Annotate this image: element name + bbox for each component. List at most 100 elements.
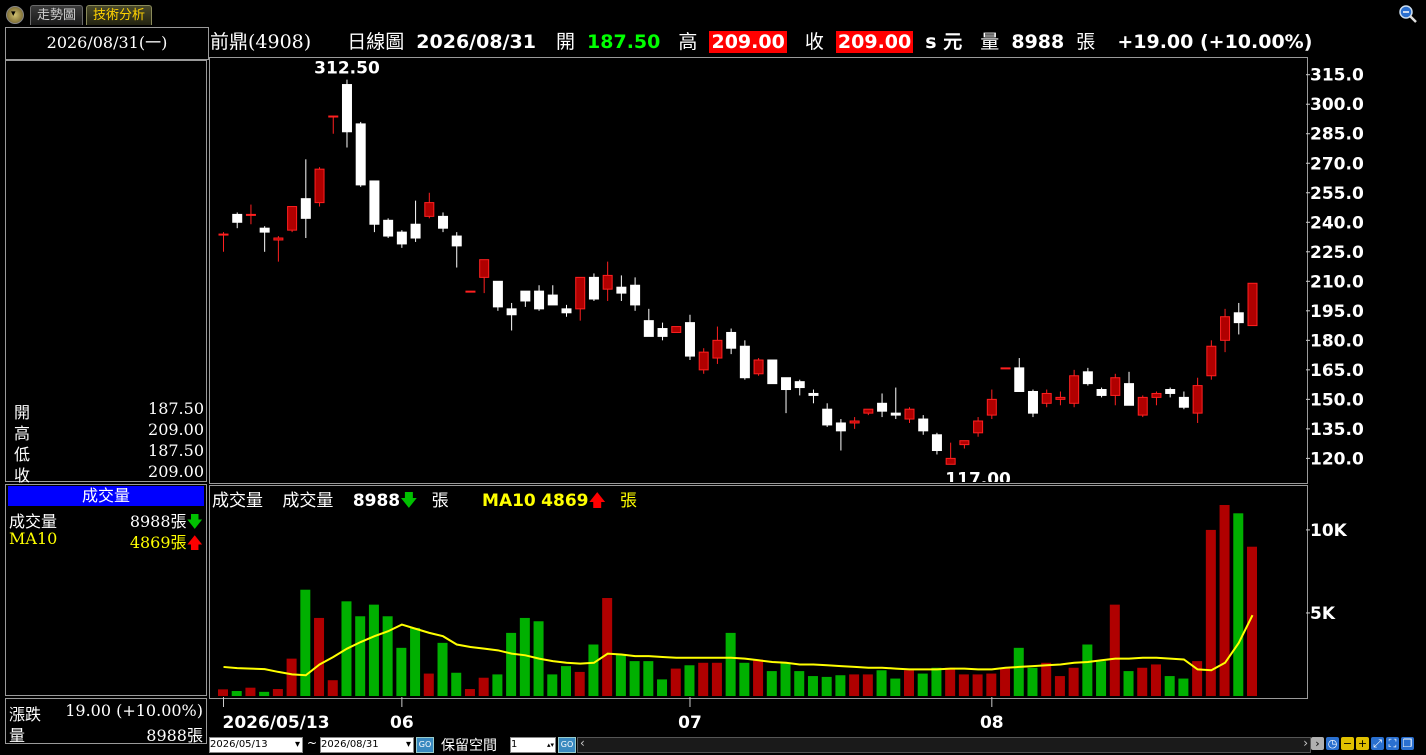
- candle-body: [561, 308, 572, 314]
- candle-body: [1069, 375, 1080, 404]
- volume-bar: [423, 673, 434, 696]
- candle-body: [588, 276, 599, 300]
- ma10-row: MA10 4869張🡅: [9, 529, 205, 552]
- volume-bar: [355, 616, 366, 696]
- stock-name: 前鼎(4908): [210, 31, 312, 53]
- candle-body: [1247, 282, 1258, 327]
- candle-body: [739, 345, 750, 379]
- candle-body: [890, 412, 901, 416]
- volume-bar: [382, 616, 393, 696]
- close-label: 收: [804, 31, 824, 53]
- tab-trend-label: 走勢圖: [37, 8, 77, 23]
- expand-icon[interactable]: ⤢: [1371, 737, 1384, 750]
- volume-bar: [547, 674, 558, 696]
- candle-body: [218, 233, 229, 236]
- plus-icon[interactable]: +: [1356, 737, 1369, 750]
- menu-dropdown-icon[interactable]: ▾: [6, 6, 24, 24]
- change-row: 漲跌 19.00 (+10.00%): [9, 701, 205, 724]
- change-panel: 漲跌 19.00 (+10.00%) 量 8988張: [5, 698, 207, 745]
- volume-bar: [904, 670, 914, 696]
- candle-body: [684, 322, 695, 357]
- candle-body: [341, 84, 352, 133]
- volume-bar: [464, 689, 475, 696]
- change-header: +19.00 (+10.00%): [1117, 31, 1313, 53]
- end-date-select[interactable]: 2026/08/31 ▾: [320, 737, 414, 753]
- volume-bar: [1150, 664, 1161, 696]
- candle-body: [396, 231, 407, 245]
- candle-body: [492, 280, 503, 308]
- horizontal-scrollbar[interactable]: ‹ ›: [577, 736, 1311, 753]
- volume-bar: [615, 654, 626, 696]
- candle-body: [822, 408, 833, 426]
- go-button-keep[interactable]: GO: [558, 737, 576, 753]
- go-button-date[interactable]: GO: [416, 737, 434, 753]
- minus-icon[interactable]: −: [1341, 737, 1354, 750]
- ohlc-low-value: 187.50: [148, 441, 204, 460]
- price-tick-label: 225.0: [1310, 243, 1364, 263]
- vol-value: 8988: [1011, 31, 1065, 53]
- candle-body: [849, 420, 860, 424]
- volume-bar: [1041, 662, 1052, 696]
- volume-bar: [698, 662, 709, 696]
- candle-body: [1220, 316, 1231, 341]
- volume-bar: [1013, 647, 1024, 696]
- scroll-right-icon[interactable]: ›: [1303, 736, 1308, 750]
- volume-bar: [1233, 513, 1244, 696]
- volume-bar: [1109, 604, 1120, 696]
- volume-bar: [657, 679, 668, 696]
- scroll-left-icon[interactable]: ‹: [580, 736, 585, 750]
- candle-body: [328, 115, 339, 118]
- scroll-end-icon[interactable]: ›: [1311, 737, 1324, 750]
- candle-body: [616, 286, 627, 294]
- clock-icon[interactable]: ◷: [1326, 737, 1339, 750]
- candle-body: [369, 180, 380, 225]
- candle-body: [479, 259, 490, 278]
- candle-body: [410, 223, 421, 239]
- keep-space-stepper[interactable]: 1 ▴▾: [510, 737, 556, 753]
- candle-body: [1014, 367, 1025, 392]
- volume-bar: [1082, 644, 1093, 696]
- fullscreen-icon[interactable]: ⛶: [1386, 737, 1399, 750]
- volume-bar: [794, 671, 805, 696]
- candle-body: [520, 290, 531, 302]
- volume-bar: [849, 674, 860, 696]
- start-date-value: 2026/05/13: [210, 739, 268, 750]
- volume-bar: [272, 689, 283, 696]
- high-value: 209.00: [709, 31, 787, 53]
- ohlc-panel: 開 187.50 高 209.00 低 187.50 收 209.00: [5, 60, 207, 485]
- volume-bar: [862, 674, 873, 696]
- chart-header: 前鼎(4908) 日線圖 2026/08/31 開 187.50 高 209.0…: [210, 27, 1350, 57]
- candle-body: [1000, 367, 1011, 370]
- volume-bar: [478, 677, 489, 696]
- volume-info-panel: 成交量 成交量 8988張🡇 MA10 4869張🡅: [5, 484, 207, 696]
- vol-unit: 張: [1076, 31, 1096, 53]
- start-date-select[interactable]: 2026/05/13 ▾: [209, 737, 303, 753]
- magnifier-icon[interactable]: [1398, 4, 1418, 24]
- candle-body: [232, 213, 243, 223]
- candle-body: [355, 123, 366, 186]
- header-date: 2026/08/31: [416, 31, 536, 53]
- price-tick-label: 285.0: [1310, 125, 1364, 145]
- restore-icon[interactable]: ❐: [1401, 737, 1414, 750]
- volume-bar: [958, 674, 969, 696]
- candle-body: [1082, 371, 1093, 385]
- price-extreme-label: 312.50: [314, 59, 380, 79]
- volume-bar: [1096, 661, 1107, 696]
- candle-body: [1151, 392, 1162, 398]
- volume-bar: [286, 658, 297, 696]
- candle-body: [712, 339, 723, 359]
- volume-bar: [561, 666, 571, 696]
- candle-body: [465, 290, 476, 293]
- volume-bar: [1068, 667, 1079, 696]
- tab-tech-analysis[interactable]: 技術分析: [86, 5, 153, 25]
- volume-bar: [684, 665, 695, 696]
- tab-trend[interactable]: 走勢圖: [30, 5, 84, 25]
- candle-body: [273, 237, 284, 241]
- stepper-icon[interactable]: ▴▾: [547, 738, 554, 752]
- price-tick-label: 135.0: [1310, 420, 1364, 440]
- x-tick-label: 07: [678, 713, 702, 733]
- high-label: 高: [678, 31, 698, 53]
- candle-body: [753, 359, 764, 375]
- price-tick-label: 150.0: [1310, 390, 1364, 410]
- volume-bar: [300, 589, 311, 696]
